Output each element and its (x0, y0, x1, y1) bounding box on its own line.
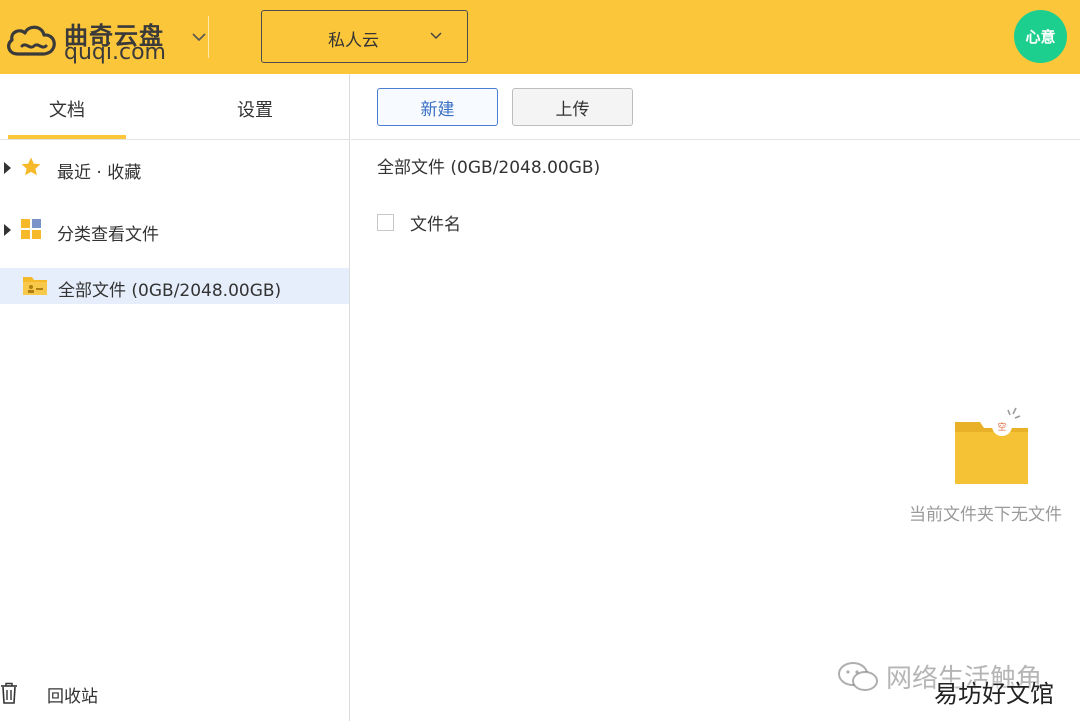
expand-arrow-icon[interactable] (4, 162, 11, 174)
space-selector[interactable]: 私人云 (261, 10, 468, 63)
select-all-checkbox[interactable] (377, 214, 394, 231)
expand-arrow-icon[interactable] (4, 224, 11, 236)
empty-folder-message: 当前文件夹下无文件 (909, 505, 1062, 525)
header-divider (208, 16, 209, 58)
trash-label: 回收站 (47, 687, 98, 707)
cloud-logo-icon (7, 25, 56, 56)
chevron-down-icon (430, 32, 442, 40)
sidebar-item-categories[interactable]: 分类查看文件 (0, 212, 349, 248)
sidebar-tabs: 文档 设置 (0, 74, 349, 140)
chevron-down-icon[interactable] (190, 28, 208, 46)
sidebar-item-label: 最近 · 收藏 (57, 163, 142, 183)
sidebar-item-all-files[interactable]: 全部文件 (0GB/2048.00GB) (0, 268, 349, 304)
sidebar-item-label: 分类查看文件 (57, 225, 159, 245)
logo-text-en: quqi.com (64, 40, 166, 65)
watermark: 网络生活触角 易坊好文馆 (836, 658, 1076, 718)
star-icon (21, 157, 41, 176)
category-icon (21, 219, 41, 239)
breadcrumb[interactable]: 全部文件 (0GB/2048.00GB) (377, 153, 600, 178)
column-header-filename[interactable]: 文件名 (410, 210, 461, 235)
sidebar-item-label: 全部文件 (0GB/2048.00GB) (58, 281, 282, 301)
sidebar-item-trash[interactable]: 回收站 (0, 678, 349, 714)
trash-icon (1, 682, 17, 704)
tab-settings[interactable]: 设置 (237, 96, 273, 122)
wechat-icon (838, 662, 878, 691)
empty-badge-text: 空 (997, 421, 1006, 433)
avatar[interactable]: 心意 (1014, 10, 1067, 63)
new-button[interactable]: 新建 (377, 88, 498, 126)
upload-button[interactable]: 上传 (512, 88, 633, 126)
tab-documents[interactable]: 文档 (49, 96, 85, 122)
logo[interactable]: 曲奇云盘 quqi.com (4, 10, 174, 65)
toolbar: 新建 上传 (351, 74, 1080, 140)
watermark-text-2: 易坊好文馆 (934, 680, 1054, 708)
active-tab-indicator (8, 135, 126, 139)
top-bar: 曲奇云盘 quqi.com 私人云 心意 (0, 0, 1080, 74)
folder-icon (23, 277, 47, 295)
sidebar: 文档 设置 最近 · 收藏 分类查看文件 全部文件 (0GB/2048.00GB… (0, 74, 350, 721)
empty-folder-icon: 空 (955, 407, 1028, 484)
space-selector-label: 私人云 (328, 31, 379, 51)
sidebar-item-recent-favorites[interactable]: 最近 · 收藏 (0, 150, 349, 186)
